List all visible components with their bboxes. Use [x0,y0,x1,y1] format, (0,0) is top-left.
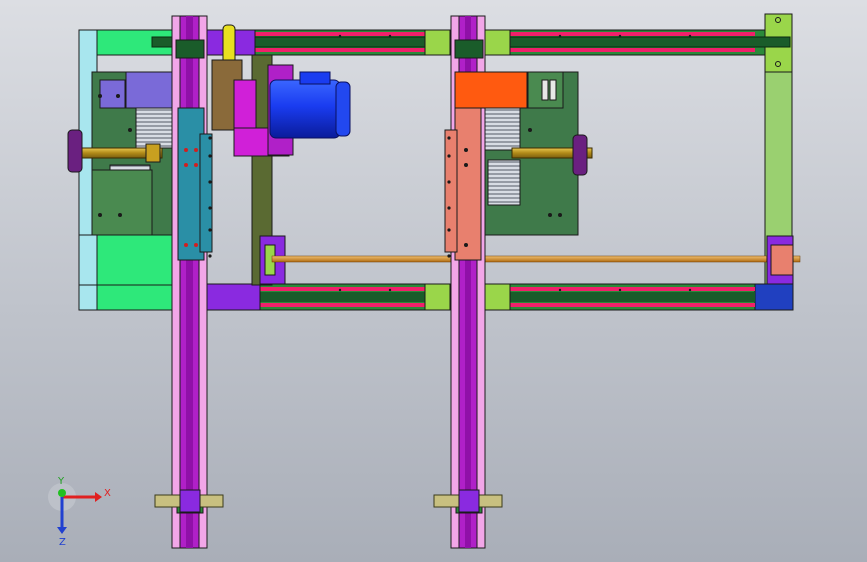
electric-motor [267,64,351,156]
x-axis-label: X [104,488,111,499]
axis-triad: X Y Z [48,476,111,548]
left-bottom-pin [154,489,224,513]
orange-block [454,71,528,109]
right-wheel [572,134,588,176]
right-carriage [454,107,482,261]
horizontal-tie-rod [259,235,801,285]
assembly-drawing: X Y Z [48,13,801,549]
z-axis-label: Z [59,537,66,548]
cad-viewport[interactable]: X Y Z [0,0,867,562]
frame-right-bottom-block [754,283,794,311]
right-vertical-column [444,15,528,549]
frame-left-light-panel [78,234,98,286]
left-vertical-column [171,15,213,549]
y-axis-label: Y [57,476,65,487]
right-bottom-pin [433,489,503,513]
left-wheel [67,129,83,173]
